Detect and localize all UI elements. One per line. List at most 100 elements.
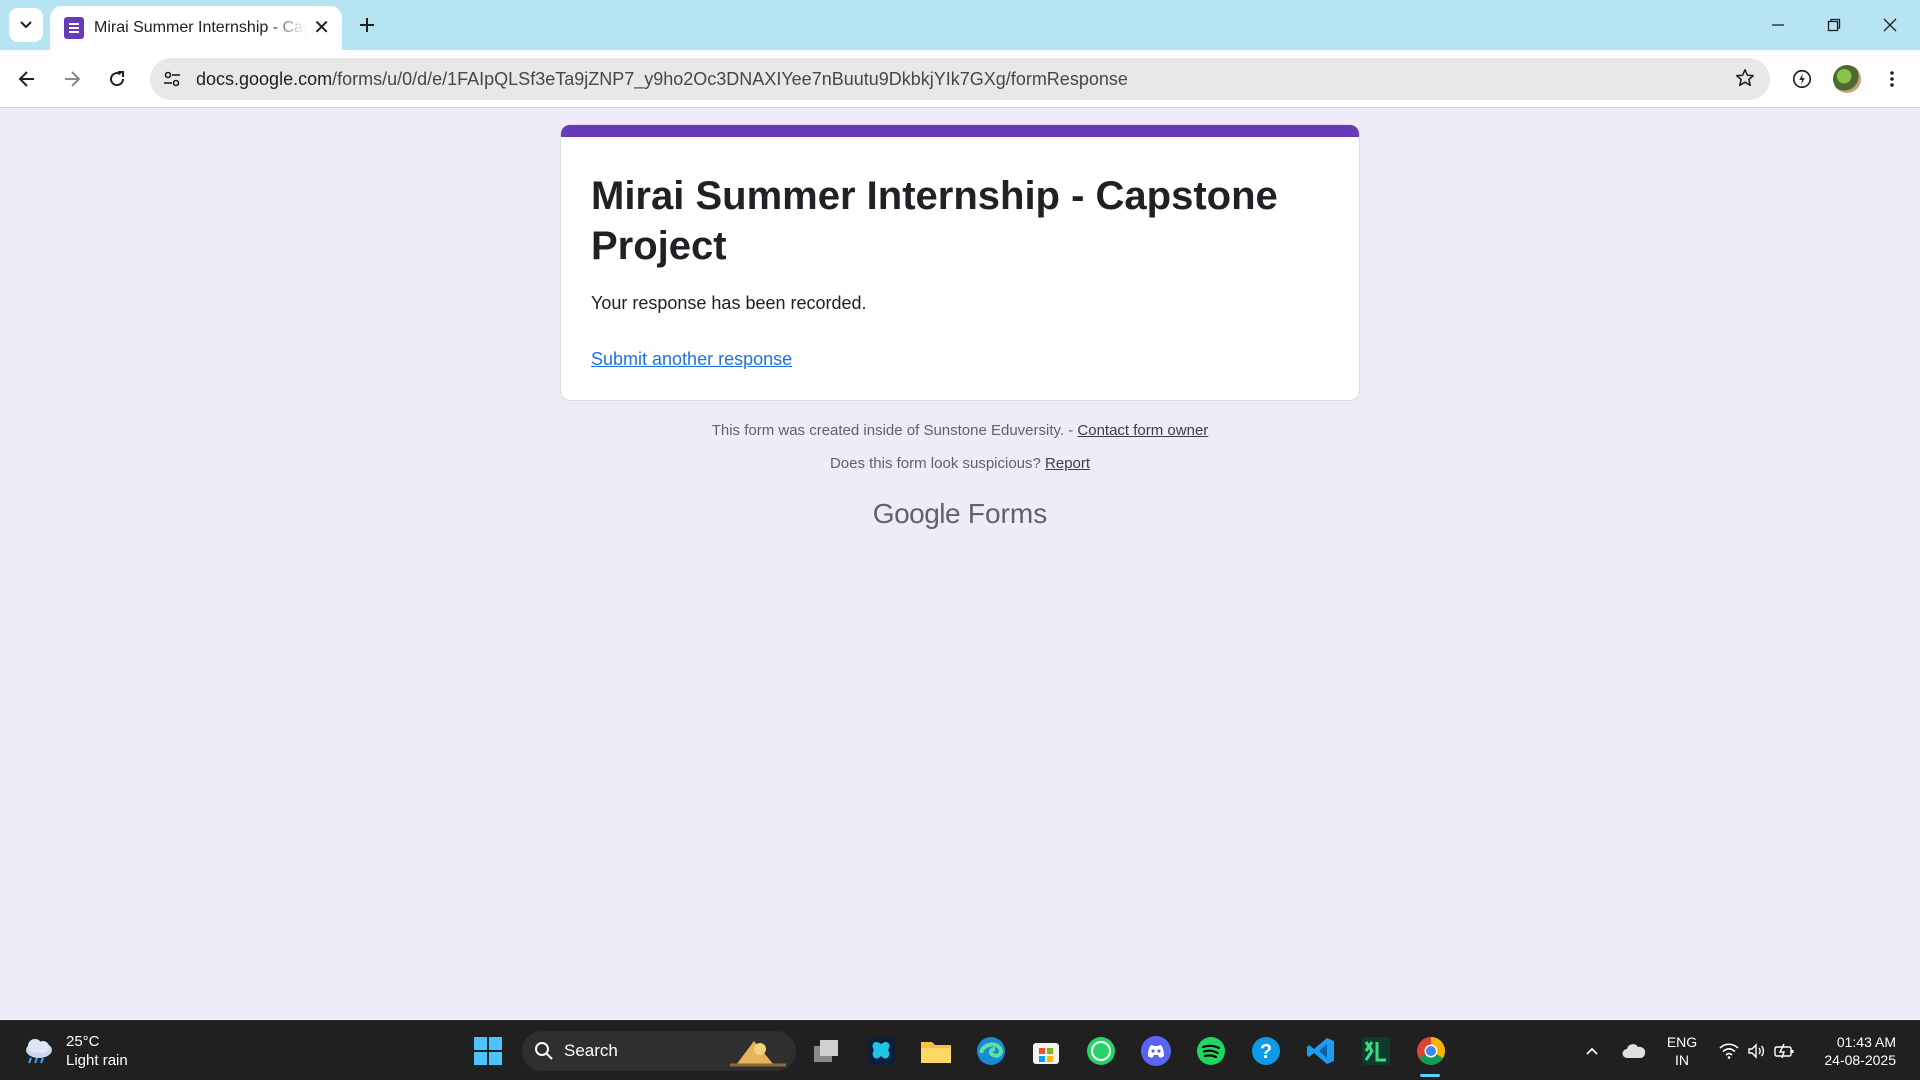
minimize-button[interactable] — [1758, 8, 1798, 42]
restore-button[interactable] — [1814, 8, 1854, 42]
form-title: Mirai Summer Internship - Capstone Proje… — [591, 174, 1278, 268]
taskbar-search[interactable]: Search — [522, 1031, 796, 1071]
weather-desc: Light rain — [66, 1052, 128, 1069]
spotify-icon — [1197, 1037, 1225, 1065]
taskbar-spotify[interactable] — [1191, 1031, 1231, 1071]
cloud-rain-icon — [26, 1039, 52, 1064]
performance-button[interactable] — [1785, 62, 1819, 96]
report-link[interactable]: Report — [1045, 455, 1090, 472]
folder-icon — [921, 1042, 951, 1063]
taskbar-whatsapp[interactable] — [1081, 1031, 1121, 1071]
tab-close-icon[interactable]: ✕ — [313, 18, 330, 38]
chrome-menu-button[interactable] — [1875, 62, 1909, 96]
taskbar-vscode[interactable] — [1301, 1031, 1341, 1071]
taskbar-ml-app[interactable] — [1356, 1031, 1396, 1071]
ml-app-icon — [1362, 1037, 1390, 1065]
clock-date: 24-08-2025 — [1824, 1052, 1896, 1068]
contact-form-owner-link[interactable]: Contact form owner — [1077, 422, 1208, 439]
show-hidden-icons-button[interactable] — [1578, 1021, 1606, 1080]
arrow-right-icon — [65, 71, 81, 87]
forward-button[interactable] — [53, 60, 91, 98]
taskbar-edge[interactable] — [971, 1031, 1011, 1071]
bookmark-star-button[interactable] — [1734, 67, 1756, 94]
store-icon — [1033, 1043, 1059, 1064]
discord-icon — [1141, 1036, 1171, 1066]
taskbar-task-view[interactable] — [806, 1031, 846, 1071]
taskbar-app-butterfly[interactable] — [861, 1031, 901, 1071]
taskbar-help[interactable]: ? — [1246, 1031, 1286, 1071]
close-icon — [1883, 18, 1897, 32]
submit-another-response-link[interactable]: Submit another response — [591, 349, 792, 370]
form-origin-text: This form was created inside of Sunstone… — [711, 422, 1078, 439]
vscode-icon — [1307, 1038, 1334, 1064]
weather-temp: 25°C — [66, 1033, 100, 1050]
browser-toolbar: docs.google.com/forms/u/0/d/e/1FAIpQLSf3… — [0, 50, 1920, 108]
new-tab-button[interactable] — [352, 10, 382, 40]
wifi-button[interactable] — [1716, 1021, 1742, 1080]
battery-button[interactable] — [1772, 1021, 1798, 1080]
url-path: /forms/u/0/d/e/1FAIpQLSf3eTa9jZNP7_y9ho2… — [332, 68, 1128, 89]
arrow-left-icon — [18, 71, 34, 87]
tune-icon — [164, 71, 180, 87]
address-bar[interactable]: docs.google.com/forms/u/0/d/e/1FAIpQLSf3… — [150, 58, 1770, 100]
card-accent-bar — [561, 125, 1359, 137]
taskbar-microsoft-store[interactable] — [1026, 1031, 1066, 1071]
search-highlight-icon — [730, 1041, 786, 1067]
weather-widget[interactable]: 25°C Light rain — [22, 1032, 128, 1070]
star-icon — [1735, 68, 1755, 87]
chevron-down-icon — [20, 21, 32, 29]
clock[interactable]: 01:43 AM 24-08-2025 — [1812, 1033, 1896, 1069]
search-icon — [535, 1042, 553, 1060]
cloud-icon — [1622, 1044, 1646, 1058]
brand-google: Google — [872, 498, 961, 529]
brand-forms: Forms — [967, 498, 1048, 529]
restore-icon — [1827, 18, 1841, 32]
search-label: Search — [564, 1041, 618, 1060]
reload-icon — [110, 71, 125, 87]
url-text[interactable]: docs.google.com/forms/u/0/d/e/1FAIpQLSf3… — [196, 69, 1128, 90]
onedrive-button[interactable] — [1618, 1021, 1650, 1080]
response-card: Mirai Summer Internship - Capstone Proje… — [560, 124, 1360, 401]
minimize-icon — [1772, 24, 1784, 26]
wifi-icon — [1719, 1043, 1739, 1059]
profile-button[interactable] — [1830, 62, 1864, 96]
lang-region: IN — [1675, 1052, 1689, 1068]
taskbar-chrome[interactable] — [1411, 1031, 1451, 1071]
help-icon: ? — [1252, 1037, 1280, 1065]
url-host: docs.google.com — [196, 68, 333, 89]
start-button[interactable] — [468, 1031, 508, 1071]
tab-strip: Mirai Summer Internship - Capstone Proje… — [0, 0, 1920, 50]
edge-icon — [977, 1037, 1005, 1065]
tab-title: Mirai Summer Internship - Capstone Proje… — [94, 19, 306, 36]
battery-charging-icon — [1774, 1043, 1794, 1059]
tab-search-button[interactable] — [9, 8, 43, 42]
speed-icon — [1792, 69, 1812, 89]
suspicious-text: Does this form look suspicious? — [829, 455, 1046, 472]
avatar — [1833, 65, 1861, 93]
volume-button[interactable] — [1744, 1021, 1770, 1080]
butterfly-app-icon — [867, 1037, 895, 1065]
site-info-button[interactable] — [152, 59, 192, 99]
taskbar-file-explorer[interactable] — [916, 1031, 956, 1071]
active-app-indicator — [1420, 1074, 1440, 1077]
svg-text:?: ? — [1260, 1041, 1272, 1063]
chevron-up-icon — [1586, 1047, 1598, 1055]
whatsapp-icon — [1087, 1037, 1115, 1065]
taskbar-discord[interactable] — [1136, 1031, 1176, 1071]
browser-tab[interactable]: Mirai Summer Internship - Capstone Proje… — [50, 6, 342, 50]
task-view-icon — [814, 1040, 838, 1062]
form-origin-note: This form was created inside of Sunstone… — [0, 422, 1920, 439]
more-vertical-icon — [1890, 71, 1894, 87]
plus-icon — [360, 18, 374, 32]
windows-taskbar: 25°C Light rain Search ? ENG IN 01:43 AM… — [0, 1020, 1920, 1080]
google-forms-logo[interactable]: Google Forms — [0, 498, 1920, 530]
google-forms-favicon-icon — [64, 17, 84, 39]
reload-button[interactable] — [98, 60, 136, 98]
language-indicator[interactable]: ENG IN — [1662, 1033, 1702, 1069]
lang-code: ENG — [1666, 1034, 1698, 1050]
close-window-button[interactable] — [1870, 8, 1910, 42]
back-button[interactable] — [8, 60, 46, 98]
response-recorded-message: Your response has been recorded. — [591, 293, 867, 313]
windows-logo-icon — [474, 1037, 502, 1065]
volume-icon — [1748, 1043, 1765, 1059]
